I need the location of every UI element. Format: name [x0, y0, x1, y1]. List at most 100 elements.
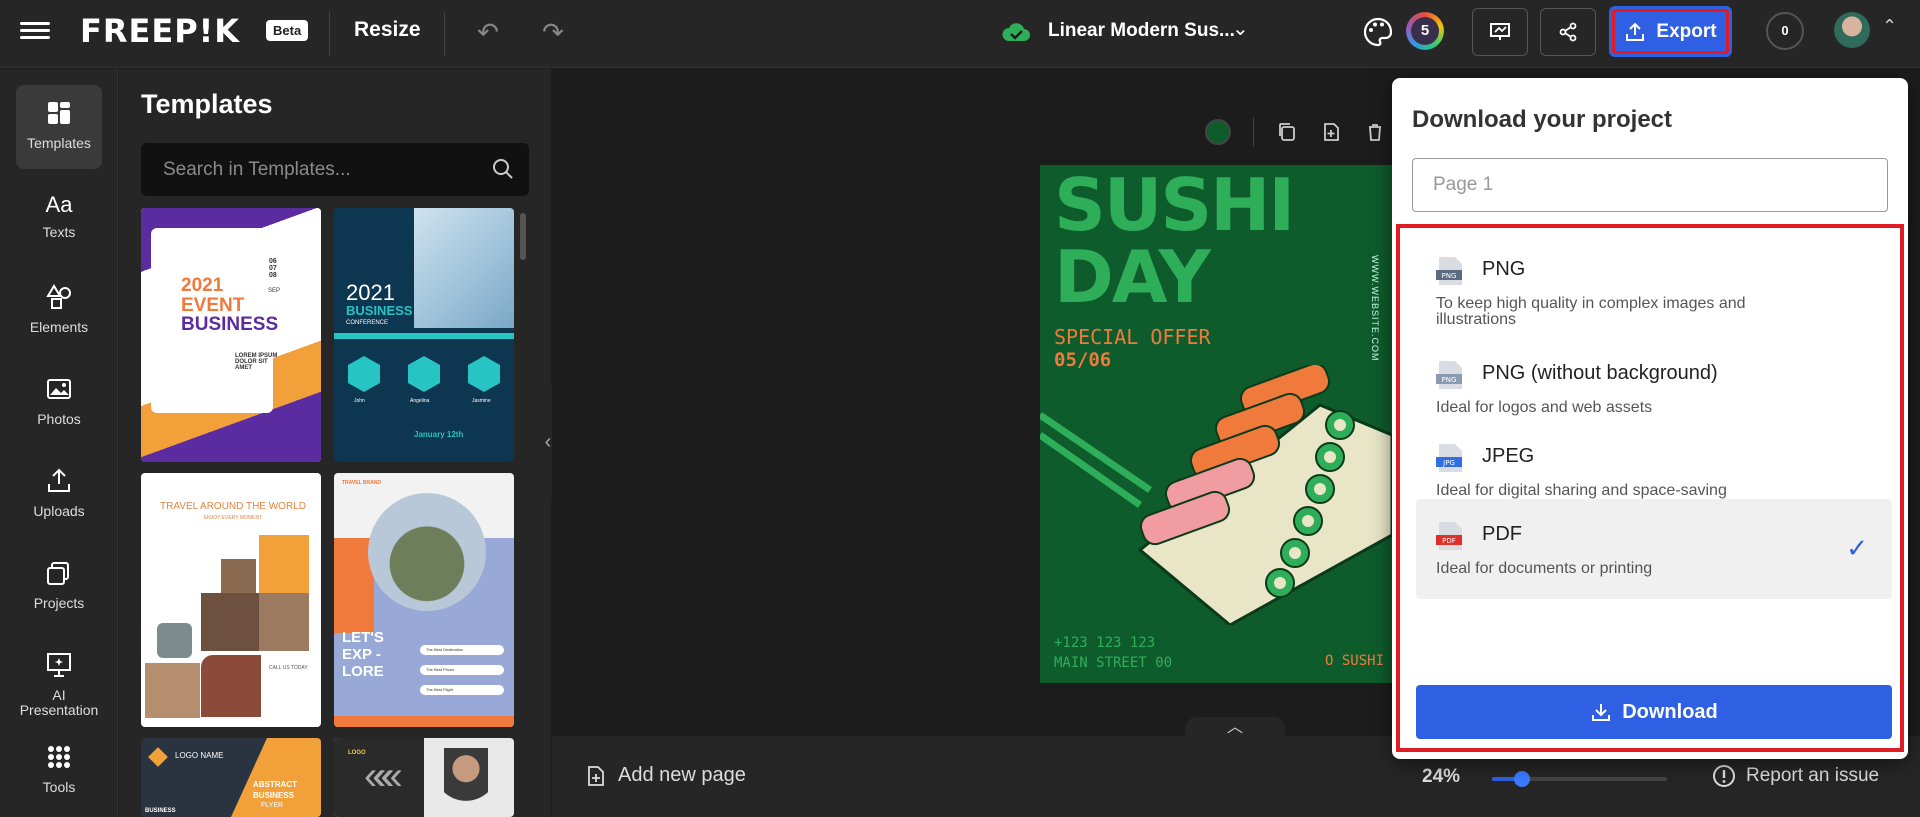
document-title[interactable]: Linear Modern Sus...: [1048, 20, 1235, 42]
thumb-text: John: [354, 398, 365, 404]
rail-item-elements[interactable]: Elements: [16, 269, 102, 353]
rail-item-tools[interactable]: Tools: [16, 729, 102, 813]
thumb-text: BUSINESS: [253, 791, 294, 800]
template-thumbnail[interactable]: TRAVEL BRAND LET'S EXP - LORE The Best D…: [334, 473, 514, 727]
png-file-icon: PNG: [1436, 257, 1462, 285]
shapes-icon: [46, 284, 71, 309]
sushi-illustration[interactable]: [1040, 365, 1392, 625]
poster-headline[interactable]: SUSHI DAY: [1054, 169, 1295, 313]
jpg-file-icon: JPG: [1436, 444, 1462, 472]
add-page-icon[interactable]: [1320, 121, 1342, 143]
format-description: Ideal for logos and web assets: [1436, 399, 1653, 416]
thumb-text: LET'S EXP - LORE: [342, 629, 384, 680]
resize-button[interactable]: Resize: [354, 18, 421, 42]
thumb-text: The Best Prices: [420, 665, 504, 675]
panel-scrollbar[interactable]: [520, 213, 526, 260]
color-count-badge[interactable]: 5: [1406, 12, 1444, 50]
rail-item-projects[interactable]: Projects: [16, 545, 102, 629]
credits-counter[interactable]: 0: [1766, 12, 1804, 50]
rail-item-templates[interactable]: Templates: [16, 85, 102, 169]
redo-icon[interactable]: ↷: [535, 14, 571, 50]
search-icon[interactable]: [491, 157, 515, 181]
svg-text:PNG: PNG: [1442, 272, 1457, 280]
palette-icon[interactable]: [1360, 14, 1396, 50]
text-icon: Aa: [45, 192, 73, 217]
format-description: To keep high quality in complex images a…: [1436, 295, 1746, 328]
thumb-text: Angelina: [410, 398, 430, 404]
chevron-down-icon[interactable]: ⌃: [1882, 16, 1897, 37]
dropdown-title: Download your project: [1412, 106, 1673, 133]
export-label: Export: [1656, 20, 1717, 42]
avatar[interactable]: [1834, 12, 1870, 48]
divider: [444, 12, 445, 56]
poster-tag[interactable]: O SUSHI: [1325, 653, 1384, 669]
rail-label: Tools: [42, 779, 76, 795]
report-issue-button[interactable]: Report an issue: [1712, 764, 1879, 788]
poster-contact[interactable]: +123 123 123 MAIN STREET 00: [1054, 633, 1172, 673]
poster-website[interactable]: WWW.WEBSITE.COM: [1370, 255, 1380, 362]
thumb-text: ABSTRACT: [253, 780, 297, 789]
duplicate-icon[interactable]: [1276, 121, 1298, 143]
brand-logo[interactable]: FREEP!K: [80, 12, 240, 50]
template-thumbnail[interactable]: TRAVEL AROUND THE WORLD ENJOY EVERY MOME…: [141, 473, 321, 727]
templates-icon: [48, 102, 70, 124]
report-label: Report an issue: [1746, 765, 1880, 786]
zoom-level[interactable]: 24%: [1422, 766, 1460, 788]
zoom-slider[interactable]: [1492, 771, 1667, 787]
template-thumbnail[interactable]: LOGO «««: [334, 738, 514, 817]
thumb-text: TRAVEL BRAND: [342, 480, 381, 486]
template-thumbnail[interactable]: 2021 BUSINESS CONFERENCE John Angelina J…: [334, 208, 514, 462]
download-icon: [1592, 704, 1611, 721]
format-name: PDF: [1482, 523, 1522, 545]
rail-label: Uploads: [33, 503, 85, 519]
thumb-text: 2021: [181, 275, 224, 296]
thumb-text: TRAVEL AROUND THE WORLD: [160, 501, 306, 512]
ai-presentation-icon: [47, 653, 71, 677]
rail-item-photos[interactable]: Photos: [16, 361, 102, 445]
format-name: PNG: [1482, 258, 1526, 280]
rail-item-ai-presentation[interactable]: AI Presentation: [16, 637, 102, 721]
present-button[interactable]: [1472, 8, 1528, 56]
export-button[interactable]: Export: [1609, 6, 1732, 57]
format-description: Ideal for documents or printing: [1436, 560, 1653, 577]
share-button[interactable]: [1540, 8, 1596, 56]
element-toolbar: [1205, 117, 1386, 147]
divider: [1253, 117, 1254, 147]
add-new-page-button[interactable]: Add new page: [586, 764, 746, 787]
grid-icon: [48, 746, 70, 768]
pdf-file-icon: PDF: [1436, 522, 1462, 550]
add-page-icon: [588, 765, 604, 786]
thumb-text: The Best Destination: [420, 645, 504, 655]
share-icon: [1559, 22, 1577, 42]
template-thumbnail[interactable]: 2021 EVENT BUSINESS 06 07 08 SEP LOREM I…: [141, 208, 321, 462]
thumb-text: 06 07 08: [269, 258, 277, 279]
rail-item-uploads[interactable]: Uploads: [16, 453, 102, 537]
format-option-png[interactable]: PNG PNG To keep high quality in complex …: [1416, 234, 1892, 334]
thumb-text: FLYER: [261, 802, 284, 809]
download-button[interactable]: Download: [1416, 685, 1892, 739]
tool-rail: Templates Aa Texts Elements Photos Uploa…: [0, 69, 118, 817]
thumb-text: CONFERENCE: [346, 320, 389, 326]
rail-label: Elements: [29, 319, 89, 335]
bg-color-swatch[interactable]: [1205, 119, 1231, 145]
format-option-pdf[interactable]: PDF PDF Ideal for documents or printing …: [1416, 499, 1892, 599]
delete-icon[interactable]: [1364, 121, 1386, 143]
template-thumbnail[interactable]: LOGO NAME ABSTRACT BUSINESS FLYER BUSINE…: [141, 738, 321, 817]
rail-label: Templates: [27, 135, 91, 151]
page-select-input[interactable]: [1413, 159, 1887, 211]
chevron-down-icon[interactable]: ⌄: [1232, 16, 1249, 41]
thumb-text: LOGO NAME: [175, 751, 224, 760]
folder-icon: [47, 562, 69, 585]
thumb-text: Jasmine: [472, 398, 491, 404]
search-input[interactable]: [141, 143, 481, 196]
menu-icon[interactable]: [20, 18, 50, 48]
zoom-slider-handle[interactable]: [1514, 771, 1530, 787]
png-file-icon: PNG: [1436, 361, 1462, 389]
design-canvas-page[interactable]: SUSHI DAY WWW.WEBSITE.COM SPECIAL OFFER 0…: [1040, 165, 1392, 683]
undo-icon[interactable]: ↶: [470, 14, 506, 50]
rail-item-texts[interactable]: Aa Texts: [16, 177, 102, 261]
page-selector[interactable]: [1412, 158, 1888, 212]
poster-offer[interactable]: SPECIAL OFFER: [1054, 325, 1211, 349]
thumb-text: The Best Flight: [420, 685, 504, 695]
rail-label: Photos: [37, 411, 81, 427]
